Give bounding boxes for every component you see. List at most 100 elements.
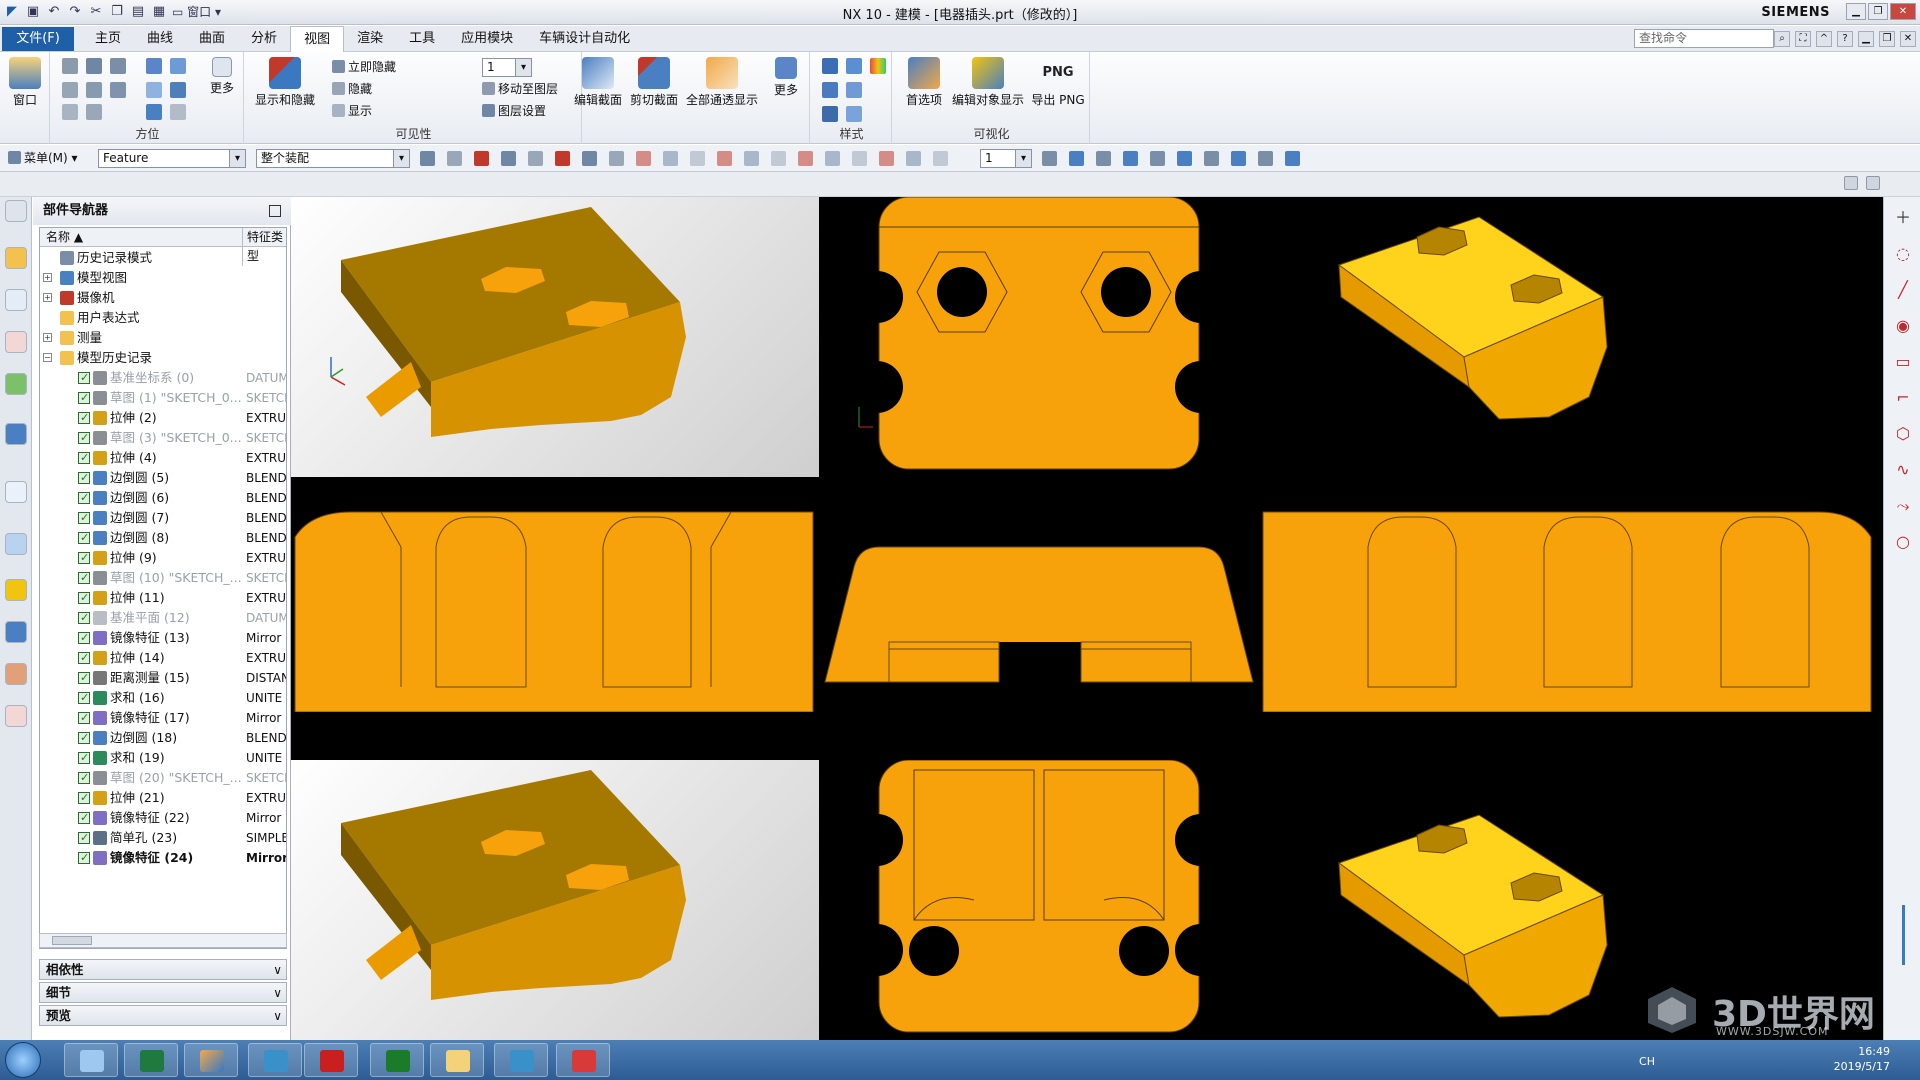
line-icon[interactable]: ╱ [1894, 281, 1912, 299]
visibility-checkbox[interactable] [78, 668, 90, 688]
tab-6[interactable]: 工具 [396, 26, 448, 53]
visibility-checkbox[interactable] [78, 788, 90, 808]
expander-icon[interactable]: + [43, 293, 52, 302]
feature-row[interactable]: 草图 (10) "SKETCH_... SKETCH [40, 568, 286, 588]
restore-view-icon[interactable] [170, 104, 186, 120]
shaded-icon[interactable] [846, 58, 862, 74]
constraint-navigator-icon[interactable] [5, 289, 27, 311]
scroll-thumb[interactable] [52, 936, 92, 945]
web-browser-icon[interactable] [5, 423, 27, 445]
feature-row[interactable]: 简单孔 (23) SIMPLE [40, 828, 286, 848]
tree-node[interactable]: 用户表达式 [40, 308, 286, 328]
all-see-through-button[interactable]: 全部通透显示 [680, 57, 764, 108]
visibility-checkbox[interactable] [78, 548, 90, 568]
feature-row[interactable]: 拉伸 (21) EXTRUDE [40, 788, 286, 808]
rotate-view-icon[interactable] [1096, 151, 1111, 166]
feature-row[interactable]: 镜像特征 (22) Mirror F [40, 808, 286, 828]
more-orient-button[interactable]: 更多 [204, 57, 240, 96]
visibility-checkbox[interactable] [78, 488, 90, 508]
tab-7[interactable]: 应用模块 [448, 26, 526, 53]
feature-row[interactable]: 草图 (20) "SKETCH_... SKETCH [40, 768, 286, 788]
feature-row[interactable]: 边倒圆 (5) BLEND [40, 468, 286, 488]
feature-row[interactable]: 镜像特征 (13) Mirror F [40, 628, 286, 648]
snap-existing-icon[interactable] [933, 151, 948, 166]
visibility-checkbox[interactable] [78, 468, 90, 488]
tab-4[interactable]: 视图 [290, 26, 345, 53]
visibility-checkbox[interactable] [78, 828, 90, 848]
taskbar-app-nx[interactable] [184, 1043, 238, 1077]
visibility-checkbox[interactable] [78, 748, 90, 768]
panel-1[interactable]: 细节 [39, 982, 287, 1003]
view-left[interactable] [291, 477, 819, 712]
work-layer-combo[interactable]: 1 [482, 58, 532, 77]
select-icon[interactable] [447, 151, 462, 166]
render-style-icon[interactable] [1123, 151, 1138, 166]
roles-icon[interactable] [5, 663, 27, 685]
input-language[interactable]: CH [1639, 1054, 1655, 1069]
hide-button[interactable]: 隐藏 [332, 79, 372, 99]
tab-0[interactable]: 主页 [82, 26, 134, 53]
doc-minimize-icon[interactable]: ▁ [1858, 31, 1874, 47]
visibility-checkbox[interactable] [78, 568, 90, 588]
rect-select-icon[interactable] [528, 151, 543, 166]
part-navigator-icon[interactable] [5, 331, 27, 353]
export-png-button[interactable]: PNG 导出 PNG [1030, 57, 1086, 108]
plus-icon[interactable]: ＋ [1894, 209, 1912, 227]
command-search-input[interactable]: 查找命令 [1634, 29, 1774, 48]
view-triad-icon[interactable] [1285, 151, 1300, 166]
doc-restore-icon[interactable]: ❐ [1879, 31, 1895, 47]
tree-node[interactable]: 历史记录模式 [40, 248, 286, 268]
view-iso-top-left[interactable] [291, 197, 819, 477]
view-front[interactable] [819, 477, 1259, 712]
visibility-checkbox[interactable] [78, 768, 90, 788]
feature-row[interactable]: 求和 (19) UNITE [40, 748, 286, 768]
fullscreen-icon[interactable]: ⛶ [1795, 31, 1811, 47]
clock-icon[interactable] [5, 533, 27, 555]
feature-row[interactable]: 基准平面 (12) DATUM [40, 608, 286, 628]
tree-node[interactable]: + 测量 [40, 328, 286, 348]
snap-control-icon[interactable] [690, 151, 705, 166]
history-icon[interactable] [5, 481, 27, 503]
snap-quadrant-icon[interactable] [771, 151, 786, 166]
move-to-layer-button[interactable]: 移动至图层 [482, 79, 558, 99]
hidden-edges-icon[interactable] [846, 82, 862, 98]
zoom-icon[interactable] [146, 58, 162, 74]
snap-face-icon[interactable] [852, 151, 867, 166]
fit-view-icon[interactable] [1042, 151, 1057, 166]
bottom-view-icon[interactable] [62, 104, 78, 120]
tab-8[interactable]: 车辆设计自动化 [526, 26, 643, 53]
panel-2[interactable]: 预览 [39, 1005, 287, 1026]
zoom-view-icon[interactable] [1069, 151, 1084, 166]
minimize-button[interactable]: ▁ [1846, 3, 1866, 20]
snap-grid-icon[interactable] [906, 151, 921, 166]
visibility-checkbox[interactable] [78, 368, 90, 388]
show-button[interactable]: 显示 [332, 101, 372, 121]
view-top[interactable] [819, 197, 1259, 477]
visibility-checkbox[interactable] [78, 508, 90, 528]
point-icon[interactable]: ◌ [1894, 245, 1912, 263]
visualization-library-icon[interactable] [5, 579, 27, 601]
settings-gear-icon[interactable] [5, 200, 27, 222]
rectangle-icon[interactable]: ▭ [1894, 353, 1912, 371]
expander-icon[interactable]: + [43, 273, 52, 282]
iso-view-icon[interactable] [86, 104, 102, 120]
taskbar-app-tool[interactable] [248, 1043, 302, 1077]
fillet-icon[interactable]: ⤳ [1894, 497, 1912, 515]
taskbar-app-autocad[interactable] [304, 1043, 358, 1077]
visibility-checkbox[interactable] [78, 588, 90, 608]
shaded-toggle-icon[interactable] [609, 151, 624, 166]
face-color-icon[interactable] [1150, 151, 1165, 166]
visibility-checkbox[interactable] [78, 728, 90, 748]
front-view-icon[interactable] [110, 58, 126, 74]
tab-1[interactable]: 曲线 [134, 26, 186, 53]
wireframe-icon[interactable] [822, 82, 838, 98]
back-view-icon[interactable] [110, 82, 126, 98]
feature-row[interactable]: 边倒圆 (7) BLEND [40, 508, 286, 528]
face-analysis-icon[interactable] [822, 106, 838, 122]
rotate-icon[interactable] [146, 104, 162, 120]
doc-close-icon[interactable]: ✕ [1900, 31, 1916, 47]
expander-icon[interactable]: + [43, 333, 52, 342]
single-view-icon[interactable] [1866, 176, 1880, 190]
taskbar-app-browser[interactable] [64, 1043, 118, 1077]
layer-filter-combo[interactable]: 1 [980, 149, 1032, 168]
